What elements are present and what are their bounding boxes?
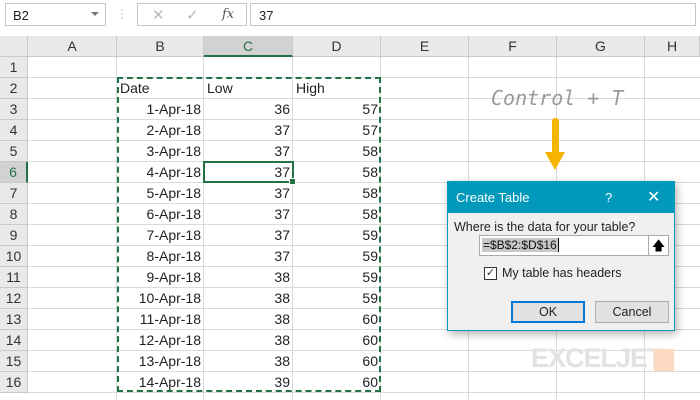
row-header-6[interactable]: 6	[0, 162, 28, 183]
column-header-F[interactable]: F	[469, 36, 557, 57]
range-value: =$B$2:$D$16	[482, 238, 559, 252]
row-header-14[interactable]: 14	[0, 330, 28, 351]
row-header-12[interactable]: 12	[0, 288, 28, 309]
column-header-H[interactable]: H	[645, 36, 700, 57]
cancel-icon[interactable]: ✕	[152, 6, 165, 24]
ok-button[interactable]: OK	[511, 301, 585, 323]
formula-buttons: ✕ ✓ fx	[137, 3, 247, 26]
row-header-7[interactable]: 7	[0, 183, 28, 204]
row-header-9[interactable]: 9	[0, 225, 28, 246]
row-header-2[interactable]: 2	[0, 78, 28, 99]
formula-input[interactable]: 37	[250, 3, 696, 26]
close-icon[interactable]: ✕	[647, 182, 660, 213]
formula-bar: B2 · · · ✕ ✓ fx 37	[0, 0, 700, 36]
arrow-down-icon	[552, 118, 559, 154]
row-header-5[interactable]: 5	[0, 141, 28, 162]
row-header-3[interactable]: 3	[0, 99, 28, 120]
column-header-B[interactable]: B	[117, 36, 204, 57]
active-cell[interactable]	[203, 161, 296, 185]
cancel-button[interactable]: Cancel	[595, 301, 669, 323]
column-header-E[interactable]: E	[381, 36, 469, 57]
arrow-head-icon	[545, 152, 565, 170]
exceljet-logo: EXCELJET	[531, 343, 664, 373]
row-header-4[interactable]: 4	[0, 120, 28, 141]
name-box[interactable]: B2	[5, 3, 106, 26]
column-header-A[interactable]: A	[28, 36, 117, 57]
row-header-15[interactable]: 15	[0, 351, 28, 372]
headers-checkbox-label[interactable]: My table has headers	[502, 266, 622, 280]
column-header-C[interactable]: C	[204, 36, 293, 57]
column-header-D[interactable]: D	[293, 36, 381, 57]
chevron-down-icon[interactable]	[91, 12, 99, 16]
column-header-G[interactable]: G	[557, 36, 645, 57]
select-all-corner[interactable]	[0, 36, 28, 57]
dialog-title: Create Table	[456, 190, 530, 205]
drag-handle-icon[interactable]: · · ·	[120, 3, 124, 23]
row-header-11[interactable]: 11	[0, 267, 28, 288]
collapse-dialog-icon[interactable]: 🡅	[648, 236, 668, 255]
copy-marquee	[117, 77, 381, 392]
row-header-8[interactable]: 8	[0, 204, 28, 225]
dialog-titlebar: Create Table ? ✕	[448, 182, 674, 213]
range-prompt: Where is the data for your table?	[454, 220, 636, 234]
function-icon[interactable]: fx	[222, 7, 234, 22]
logo-mark-icon	[654, 349, 674, 371]
shortcut-annotation: Control + T	[491, 86, 624, 110]
create-table-dialog: Create Table ? ✕ Where is the data for y…	[447, 181, 675, 331]
enter-icon[interactable]: ✓	[186, 6, 199, 24]
name-box-value: B2	[13, 8, 29, 23]
row-header-10[interactable]: 10	[0, 246, 28, 267]
help-icon[interactable]: ?	[605, 182, 612, 213]
row-header-16[interactable]: 16	[0, 372, 28, 393]
row-header-13[interactable]: 13	[0, 309, 28, 330]
range-input[interactable]: =$B$2:$D$16 🡅	[479, 235, 669, 256]
row-header-1[interactable]: 1	[0, 57, 28, 78]
headers-checkbox[interactable]: ✓	[484, 267, 497, 280]
